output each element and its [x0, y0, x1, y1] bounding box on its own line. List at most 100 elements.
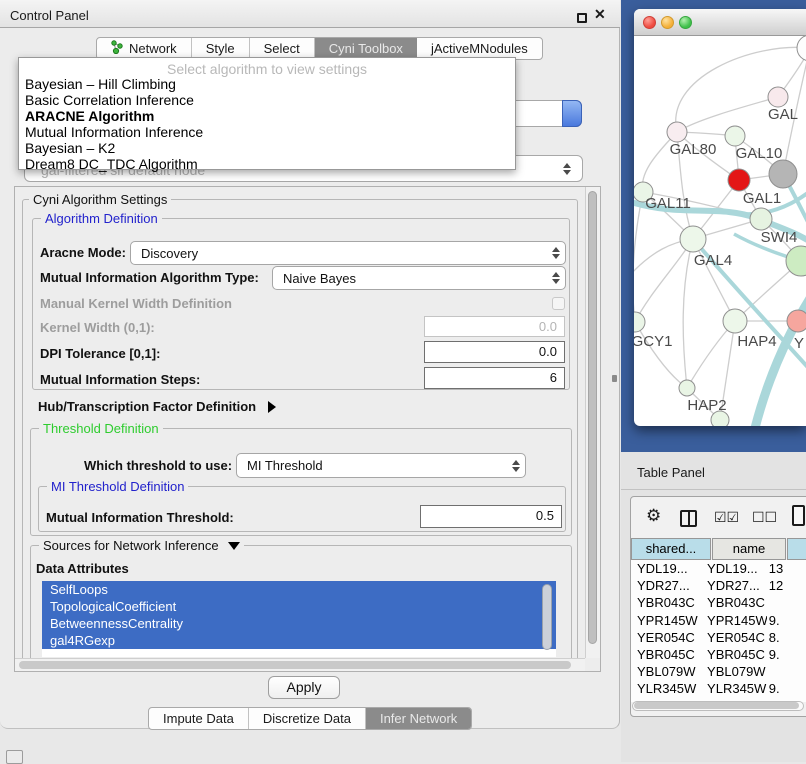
- table-row[interactable]: YER054CYER054C8.: [631, 629, 806, 646]
- scrollbar-thumb[interactable]: [588, 191, 597, 644]
- checked-boxes-icon[interactable]: ☑☑: [714, 509, 739, 526]
- list-item[interactable]: TopologicalCoefficient: [42, 598, 556, 615]
- document-icon[interactable]: [792, 505, 805, 526]
- network-node[interactable]: [787, 310, 806, 332]
- tab-network[interactable]: Network: [97, 38, 192, 59]
- table-body: YDL19...YDL19...13YDR27...YDR27...12YBR0…: [631, 560, 806, 702]
- tab-discretize-data[interactable]: Discretize Data: [249, 708, 366, 729]
- tab-style[interactable]: Style: [192, 38, 250, 59]
- table-row[interactable]: YDR27...YDR27...12: [631, 577, 806, 594]
- tab-network-label: Network: [129, 41, 177, 56]
- manual-kernel-checkbox[interactable]: [552, 297, 565, 310]
- dropdown-item[interactable]: Mutual Information Inference: [25, 124, 203, 140]
- unchecked-boxes-icon[interactable]: ☐☐: [752, 509, 777, 526]
- which-threshold-combobox[interactable]: MI Threshold: [236, 453, 526, 478]
- mi-type-label: Mutual Information Algorithm Type:: [40, 270, 259, 285]
- stepper-arrows-icon: [552, 272, 560, 284]
- gear-icon[interactable]: ⚙: [646, 506, 661, 526]
- network-node[interactable]: [723, 309, 747, 333]
- mi-threshold-label: Mutual Information Threshold:: [46, 510, 234, 525]
- tab-jactivemnodules[interactable]: jActiveMNodules: [417, 38, 542, 59]
- network-node[interactable]: [679, 380, 695, 396]
- collapse-down-icon: [228, 542, 240, 550]
- network-graph[interactable]: GALGAL80GAL10GAL1GAL11SWI4GAL4GCY1HAP4YH…: [634, 36, 806, 426]
- dropdown-item[interactable]: Dream8 DC_TDC Algorithm: [25, 156, 198, 172]
- group-title: Threshold Definition: [39, 421, 163, 436]
- table-row[interactable]: YDL19...YDL19...13: [631, 560, 806, 577]
- dropdown-item[interactable]: Bayesian – K2: [25, 140, 115, 156]
- dropdown-item[interactable]: Basic Correlation Inference: [25, 92, 194, 108]
- mi-threshold-field[interactable]: 0.5: [420, 505, 562, 528]
- list-item[interactable]: SelfLoops: [42, 581, 556, 598]
- node-label: HAP2: [687, 397, 726, 414]
- hub-definition-toggle[interactable]: Hub/Transcription Factor Definition: [38, 399, 276, 414]
- column-header-shared[interactable]: shared...: [631, 538, 711, 560]
- kernel-width-field[interactable]: 0.0: [424, 316, 565, 337]
- stepper-arrows-icon: [563, 163, 571, 175]
- columns-icon[interactable]: [680, 510, 697, 527]
- group-title: Cyni Algorithm Settings: [29, 192, 171, 207]
- scrollbar-thumb[interactable]: [19, 661, 571, 669]
- close-traffic-light-icon[interactable]: [643, 16, 656, 29]
- apply-button[interactable]: Apply: [268, 676, 340, 699]
- mi-type-combobox[interactable]: Naive Bayes: [272, 266, 566, 290]
- float-icon[interactable]: [577, 13, 587, 23]
- panel-splitter-handle[interactable]: [612, 375, 617, 382]
- expand-right-icon: [268, 401, 276, 413]
- panel-title: Control Panel: [10, 8, 89, 23]
- network-node[interactable]: [768, 87, 788, 107]
- aracne-mode-combobox[interactable]: Discovery: [130, 241, 566, 265]
- table-row[interactable]: YPR145WYPR145W9.: [631, 612, 806, 629]
- network-node[interactable]: [680, 226, 706, 252]
- mi-steps-field[interactable]: 6: [424, 367, 565, 389]
- network-node[interactable]: [725, 126, 745, 146]
- scrollbar-thumb[interactable]: [634, 702, 799, 709]
- list-item[interactable]: BetweennessCentrality: [42, 615, 556, 632]
- tab-infer-network[interactable]: Infer Network: [366, 708, 471, 729]
- network-node[interactable]: [750, 208, 772, 230]
- tab-impute-data[interactable]: Impute Data: [149, 708, 249, 729]
- node-label: GAL80: [670, 141, 717, 158]
- sources-group-title[interactable]: Sources for Network Inference: [39, 538, 244, 553]
- data-attributes-list[interactable]: SelfLoops TopologicalCoefficient Between…: [42, 581, 556, 657]
- dpi-tolerance-label: DPI Tolerance [0,1]:: [40, 346, 160, 361]
- group-title: MI Threshold Definition: [47, 479, 188, 494]
- table-row[interactable]: YBR045CYBR045C9.: [631, 646, 806, 663]
- node-label: SWI4: [761, 229, 798, 246]
- network-node[interactable]: [728, 169, 750, 191]
- close-icon[interactable]: ✕: [594, 6, 606, 23]
- node-label: GAL11: [645, 195, 691, 212]
- column-header-clipped[interactable]: [787, 538, 806, 560]
- group-title: Algorithm Definition: [41, 211, 162, 226]
- control-panel-window: Control Panel ✕ Network Style Select: [0, 0, 620, 729]
- tab-cyni-toolbox[interactable]: Cyni Toolbox: [315, 38, 417, 59]
- network-window-titlebar[interactable]: [634, 9, 806, 36]
- network-view-window[interactable]: GALGAL80GAL10GAL1GAL11SWI4GAL4GCY1HAP4YH…: [634, 9, 806, 426]
- table-row[interactable]: YLR345WYLR345W9.: [631, 680, 806, 697]
- network-node[interactable]: [797, 36, 806, 61]
- node-label: GAL: [768, 106, 798, 123]
- list-scrollbar[interactable]: [542, 584, 552, 650]
- combobox-stepper-cap: [562, 100, 582, 127]
- minimize-traffic-light-icon[interactable]: [661, 16, 674, 29]
- dpi-tolerance-field[interactable]: 0.0: [424, 341, 565, 363]
- zoom-traffic-light-icon[interactable]: [679, 16, 692, 29]
- table-row[interactable]: YBL079WYBL079W: [631, 663, 806, 680]
- network-node[interactable]: [634, 312, 645, 332]
- network-node[interactable]: [667, 122, 687, 142]
- node-label: GCY1: [634, 333, 672, 350]
- dropdown-item-selected[interactable]: ARACNE Algorithm: [25, 108, 154, 124]
- network-node[interactable]: [769, 160, 797, 188]
- tab-select[interactable]: Select: [250, 38, 315, 59]
- table-row[interactable]: YBR043CYBR043C: [631, 594, 806, 611]
- dropdown-placeholder: Select algorithm to view settings: [19, 61, 515, 77]
- column-header-name[interactable]: name: [712, 538, 786, 560]
- algorithm-dropdown-popup: Select algorithm to view settings Bayesi…: [18, 57, 516, 170]
- dropdown-item[interactable]: Bayesian – Hill Climbing: [25, 76, 176, 92]
- node-label: GAL10: [736, 145, 783, 162]
- stepper-arrows-icon: [512, 460, 520, 472]
- table-panel-title: Table Panel: [637, 465, 705, 480]
- list-item[interactable]: gal4RGexp: [42, 632, 556, 649]
- divider: [621, 489, 806, 490]
- cyni-mode-tabbar: Impute Data Discretize Data Infer Networ…: [148, 707, 472, 730]
